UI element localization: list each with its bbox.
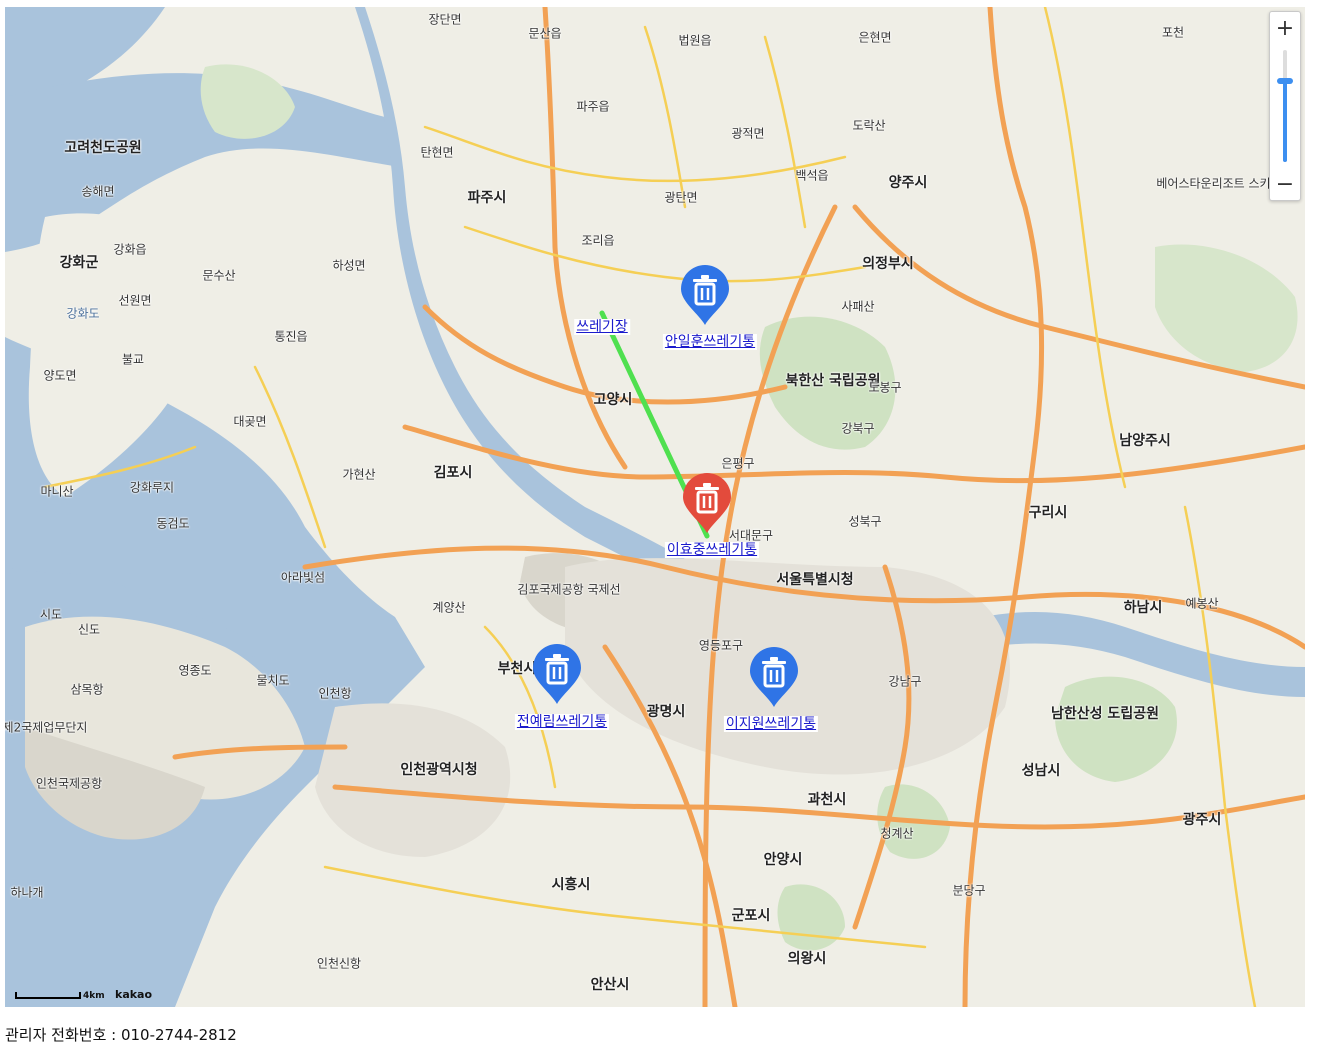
dump-site-label[interactable]: 쓰레기장 [574,319,630,335]
scale-bar [15,992,81,999]
trash-bin-marker[interactable] [677,264,733,326]
kakao-map[interactable]: 장단면 문산읍 법원읍 은현면 파주읍 광적면 도락산 양주시 고려천도공원 송해면 탄현면 파주시 광… [5,7,1305,1007]
zoom-control: + − [1269,11,1301,201]
trash-bin-label[interactable]: 안일훈쓰레기통 [662,334,758,350]
trash-bin-icon [533,644,581,704]
trash-bin-icon [681,265,729,325]
trash-bin-icon [683,473,731,533]
map-base-layer [5,7,1305,1007]
admin-phone-text: 관리자 전화번호 : 010-2744-2812 [5,1026,237,1044]
zoom-in-button[interactable]: + [1270,14,1300,44]
zoom-slider-fill [1283,81,1287,162]
trash-bin-label[interactable]: 이효중쓰레기통 [664,542,760,558]
zoom-slider-handle[interactable] [1277,78,1293,85]
trash-bin-marker[interactable] [529,643,585,705]
scale-text: 4km [83,991,105,1001]
trash-bin-label[interactable]: 전예림쓰레기통 [514,714,610,730]
zoom-out-button[interactable]: − [1270,170,1300,200]
trash-bin-marker[interactable] [679,472,735,534]
trash-bin-icon [750,647,798,707]
trash-bin-label[interactable]: 이지원쓰레기통 [723,716,819,732]
trash-bin-marker[interactable] [746,646,802,708]
kakao-logo: kakao [115,988,153,1001]
